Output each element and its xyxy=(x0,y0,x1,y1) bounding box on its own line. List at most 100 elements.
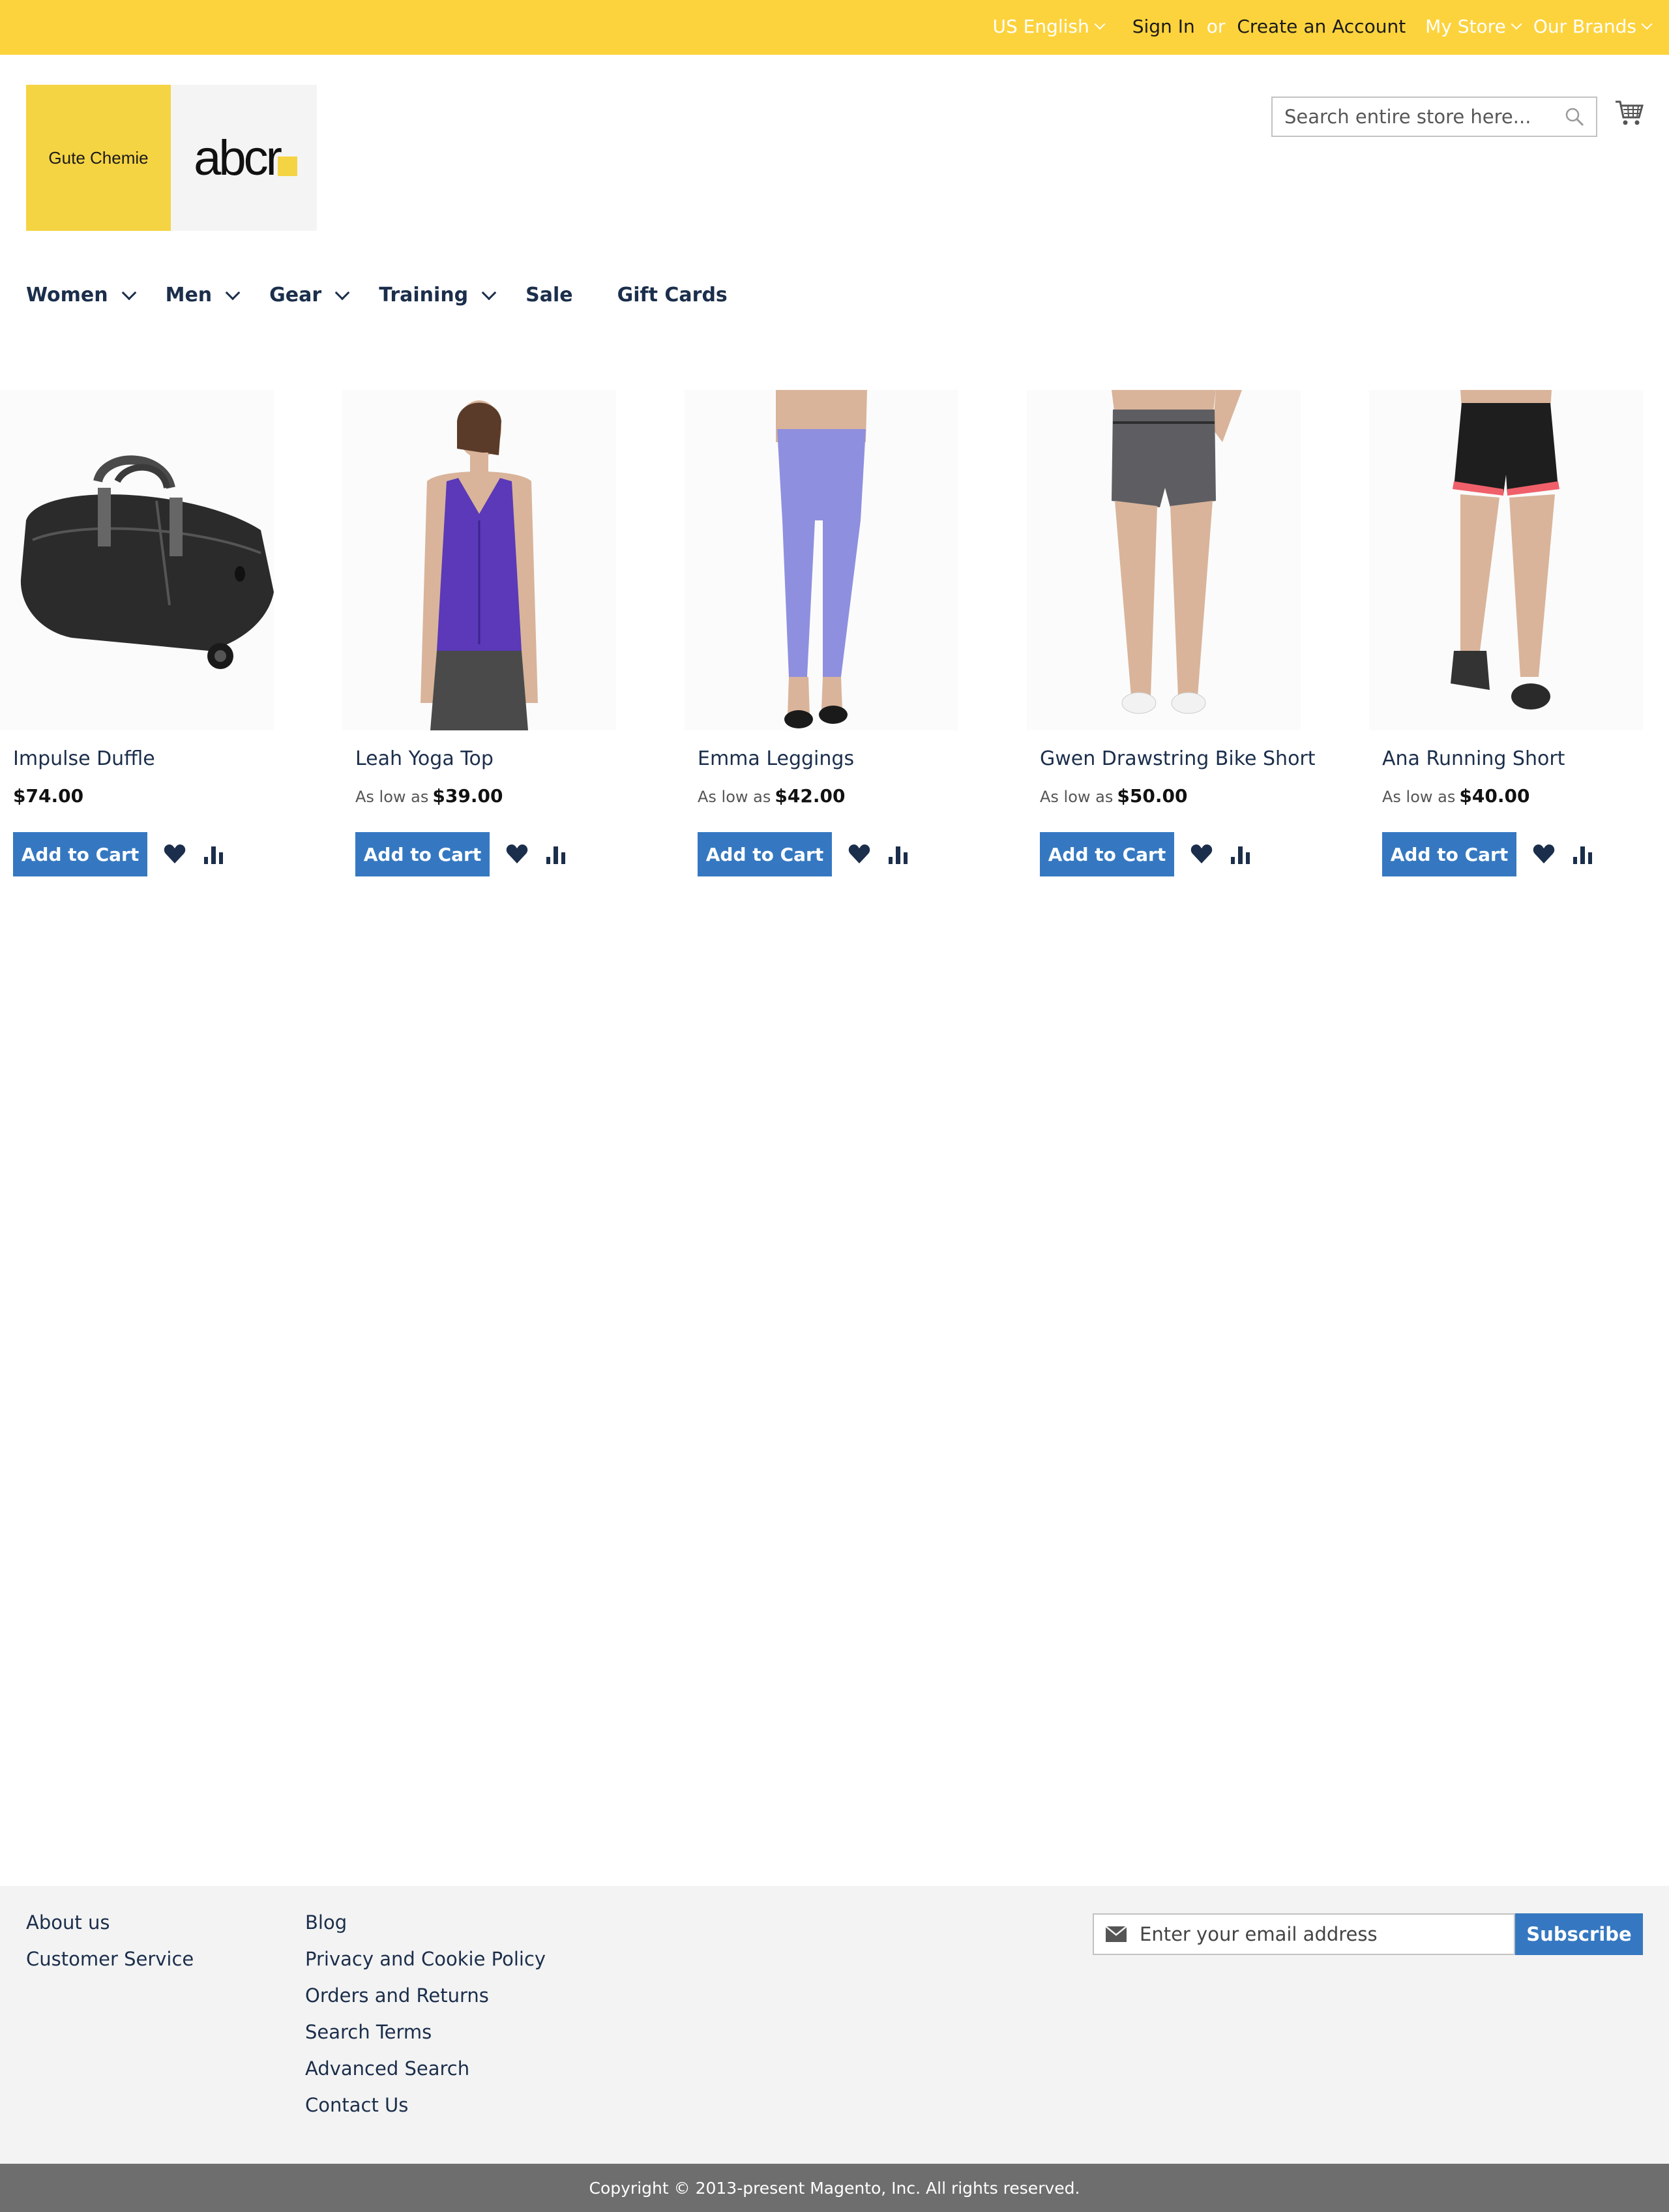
product-item: Gwen Drawstring Bike Short As low as $50.… xyxy=(1027,390,1316,876)
nav-item-gift-cards[interactable]: Gift Cards xyxy=(617,284,728,306)
price-amount: $50.00 xyxy=(1117,785,1188,807)
nav-item-label: Gear xyxy=(269,283,322,306)
product-name[interactable]: Leah Yoga Top xyxy=(355,747,494,770)
footer-link-customer-service[interactable]: Customer Service xyxy=(26,1949,194,1969)
heart-icon[interactable] xyxy=(1532,843,1556,866)
price-amount: $39.00 xyxy=(432,785,503,807)
newsletter-form: Subscribe xyxy=(1093,1913,1643,1955)
language-switcher[interactable]: US English xyxy=(992,16,1106,37)
product-price: As low as $42.00 xyxy=(698,785,845,807)
copyright-bar: Copyright © 2013-present Magento, Inc. A… xyxy=(0,2164,1669,2212)
product-price: As low as $40.00 xyxy=(1382,785,1529,807)
add-to-cart-button[interactable]: Add to Cart xyxy=(1382,832,1516,876)
add-to-cart-button[interactable]: Add to Cart xyxy=(1040,832,1174,876)
compare-icon[interactable] xyxy=(887,843,910,866)
add-to-cart-button[interactable]: Add to Cart xyxy=(355,832,490,876)
footer-links-column-1: About us Customer Service xyxy=(26,1912,194,1969)
nav-item-label: Women xyxy=(26,283,108,306)
footer-link-advanced-search[interactable]: Advanced Search xyxy=(305,2058,546,2079)
product-price: As low as $50.00 xyxy=(1040,785,1187,807)
product-item: Ana Running Short As low as $40.00 Add to… xyxy=(1369,390,1643,876)
add-to-cart-button[interactable]: Add to Cart xyxy=(13,832,147,876)
footer-link-orders-returns[interactable]: Orders and Returns xyxy=(305,1985,546,2006)
running-short-image xyxy=(1451,390,1559,710)
copyright-text: Copyright © 2013-present Magento, Inc. A… xyxy=(589,2178,1080,2198)
logo-left-text: Gute Chemie xyxy=(48,147,149,168)
nav-item-sale[interactable]: Sale xyxy=(525,284,572,306)
store-label: My Store xyxy=(1425,15,1506,37)
product-image[interactable] xyxy=(0,390,274,730)
brands-switcher[interactable]: Our Brands xyxy=(1533,16,1653,37)
duffle-bag-image xyxy=(20,455,274,669)
price-prefix: As low as xyxy=(1382,788,1456,806)
search-input[interactable] xyxy=(1273,98,1546,136)
footer-link-about-us[interactable]: About us xyxy=(26,1912,194,1933)
search-icon[interactable] xyxy=(1565,107,1584,127)
footer: About us Customer Service Blog Privacy a… xyxy=(0,1886,1669,2164)
or-separator: or xyxy=(1206,15,1226,37)
nav-item-label: Gift Cards xyxy=(617,283,728,306)
footer-link-privacy[interactable]: Privacy and Cookie Policy xyxy=(305,1949,546,1969)
chevron-down-icon xyxy=(334,285,350,301)
compare-icon[interactable] xyxy=(1571,843,1595,866)
sign-in-link[interactable]: Sign In xyxy=(1132,16,1195,37)
compare-icon[interactable] xyxy=(1229,843,1252,866)
heart-icon[interactable] xyxy=(1190,843,1213,866)
nav-item-training[interactable]: Training xyxy=(379,283,497,306)
chevron-down-icon xyxy=(1094,18,1106,30)
header-links: US English Sign In or Create an Account … xyxy=(992,0,1653,52)
envelope-icon xyxy=(1106,1926,1127,1942)
footer-link-blog[interactable]: Blog xyxy=(305,1912,546,1933)
price-amount: $40.00 xyxy=(1459,785,1530,807)
footer-link-contact-us[interactable]: Contact Us xyxy=(305,2095,546,2115)
chevron-down-icon xyxy=(225,285,241,301)
chevron-down-icon xyxy=(1511,18,1522,30)
compare-icon[interactable] xyxy=(202,843,226,866)
price-prefix: As low as xyxy=(1040,788,1114,806)
logo-right-panel: abcr xyxy=(171,85,317,231)
bike-short-image xyxy=(1112,390,1242,714)
heart-icon[interactable] xyxy=(163,843,186,866)
nav-item-gear[interactable]: Gear xyxy=(269,283,350,306)
nav-item-label: Men xyxy=(165,283,213,306)
price-prefix: As low as xyxy=(698,788,771,806)
footer-link-search-terms[interactable]: Search Terms xyxy=(305,2022,546,2042)
nav-item-women[interactable]: Women xyxy=(26,283,136,306)
logo-right-text: abcr xyxy=(194,130,282,186)
nav-item-men[interactable]: Men xyxy=(165,283,241,306)
newsletter-field xyxy=(1093,1913,1515,1955)
logo-square-mark xyxy=(278,157,297,176)
logo-left-panel: Gute Chemie xyxy=(26,85,171,231)
product-name[interactable]: Emma Leggings xyxy=(698,747,854,770)
nav-item-label: Training xyxy=(379,283,469,306)
create-account-link[interactable]: Create an Account xyxy=(1237,16,1406,37)
product-image[interactable] xyxy=(342,390,616,730)
product-item: Leah Yoga Top As low as $39.00 Add to Car… xyxy=(342,390,616,876)
product-price: As low as $39.00 xyxy=(355,785,503,807)
newsletter-email-input[interactable] xyxy=(1140,1915,1505,1954)
product-actions: Add to Cart xyxy=(355,832,568,876)
store-logo[interactable]: Gute Chemie abcr xyxy=(26,85,317,231)
product-name[interactable]: Ana Running Short xyxy=(1382,747,1565,770)
compare-icon[interactable] xyxy=(544,843,568,866)
store-switcher[interactable]: My Store xyxy=(1425,15,1522,37)
product-image[interactable] xyxy=(1027,390,1301,730)
product-image[interactable] xyxy=(1369,390,1643,730)
price-amount: $42.00 xyxy=(775,785,846,807)
product-name[interactable]: Gwen Drawstring Bike Short xyxy=(1040,747,1316,770)
heart-icon[interactable] xyxy=(848,843,871,866)
price-prefix: As low as xyxy=(355,788,429,806)
heart-icon[interactable] xyxy=(505,843,529,866)
cart-icon[interactable] xyxy=(1614,98,1644,128)
chevron-down-icon xyxy=(121,285,136,301)
product-image[interactable] xyxy=(685,390,958,730)
add-to-cart-button[interactable]: Add to Cart xyxy=(698,832,832,876)
product-item: Impulse Duffle $74.00 Add to Cart xyxy=(0,390,274,876)
product-actions: Add to Cart xyxy=(1040,832,1252,876)
product-actions: Add to Cart xyxy=(13,832,226,876)
product-actions: Add to Cart xyxy=(1382,832,1595,876)
chevron-down-icon xyxy=(1641,18,1653,30)
subscribe-button[interactable]: Subscribe xyxy=(1515,1913,1643,1955)
product-name[interactable]: Impulse Duffle xyxy=(13,747,155,770)
top-panel: US English Sign In or Create an Account … xyxy=(0,0,1669,55)
